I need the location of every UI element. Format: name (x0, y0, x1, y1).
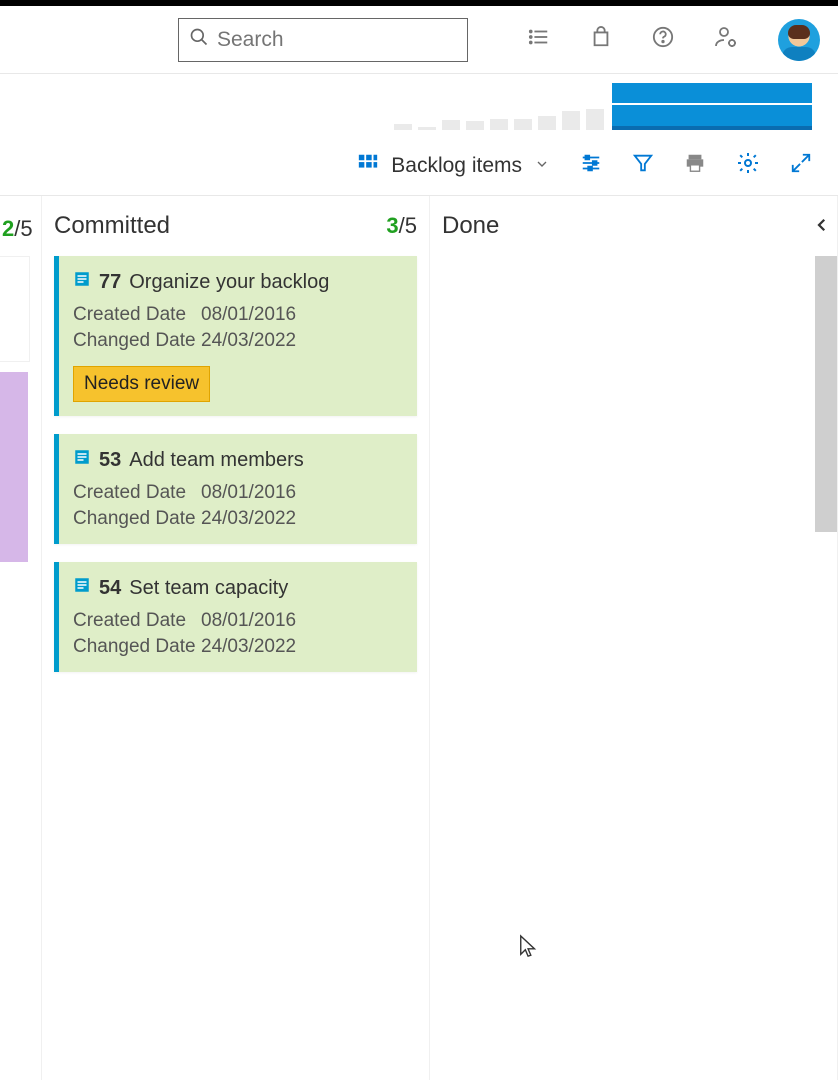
field-value: 08/01/2016 (201, 482, 296, 504)
work-item-title: Organize your backlog (129, 271, 329, 294)
field-value: 24/03/2022 (201, 330, 296, 352)
expand-icon[interactable] (790, 152, 812, 179)
gear-icon[interactable] (736, 151, 760, 180)
work-item-title: Add team members (129, 449, 304, 472)
column-header: Committed 3/5 (54, 212, 417, 240)
shopping-bag-icon[interactable] (590, 26, 612, 53)
chevron-down-icon (534, 154, 550, 178)
work-item-id: 77 (99, 271, 121, 294)
work-item-card[interactable]: 53 Add team members Created Date08/01/20… (54, 434, 417, 544)
cfd-mini-chart[interactable] (612, 82, 812, 130)
pbi-icon (73, 576, 91, 600)
header (0, 6, 838, 74)
velocity-mini-chart[interactable] (394, 82, 604, 130)
help-icon[interactable] (652, 26, 674, 53)
user-settings-icon[interactable] (714, 25, 738, 54)
search-input[interactable] (217, 28, 457, 52)
column-title: Committed (54, 212, 170, 240)
tag[interactable]: Needs review (73, 366, 210, 402)
list-icon[interactable] (528, 26, 550, 53)
prev-column-partial: 2/5 (0, 196, 42, 1080)
field-label: Created Date (73, 482, 201, 504)
column-done: Done (430, 196, 838, 1080)
column-header: Done (442, 212, 825, 240)
header-icons (528, 19, 830, 61)
pbi-icon (73, 448, 91, 472)
board-icon (357, 152, 379, 180)
work-item-id: 53 (99, 449, 121, 472)
mini-chart-row (0, 74, 838, 136)
work-item-card[interactable]: 77 Organize your backlog Created Date08/… (54, 256, 417, 416)
work-item-id: 54 (99, 577, 121, 600)
field-label: Changed Date (73, 636, 201, 658)
kanban-board: 2/5 Committed 3/5 77 Organize your backl… (0, 196, 838, 1080)
vertical-scrollbar[interactable] (815, 256, 837, 532)
work-item-title: Set team capacity (129, 577, 288, 600)
backlog-level-label: Backlog items (391, 154, 522, 178)
field-value: 24/03/2022 (201, 508, 296, 530)
mouse-cursor (518, 934, 540, 965)
field-label: Created Date (73, 304, 201, 326)
settings-sliders-icon[interactable] (580, 152, 602, 179)
search-box[interactable] (178, 18, 468, 62)
collapse-column-icon[interactable] (813, 216, 831, 239)
prev-column-wip: 2/5 (2, 216, 33, 242)
work-item-card[interactable]: 54 Set team capacity Created Date08/01/2… (54, 562, 417, 672)
column-wip: 3/5 (386, 213, 417, 239)
column-title: Done (442, 212, 499, 240)
field-value: 08/01/2016 (201, 304, 296, 326)
field-label: Changed Date (73, 330, 201, 352)
pbi-icon (73, 270, 91, 294)
search-icon (189, 27, 217, 52)
card-stub[interactable] (0, 256, 30, 362)
field-value: 24/03/2022 (201, 636, 296, 658)
field-label: Created Date (73, 610, 201, 632)
board-toolbar: Backlog items (0, 136, 838, 196)
column-committed: Committed 3/5 77 Organize your backlog C… (42, 196, 430, 1080)
field-label: Changed Date (73, 508, 201, 530)
filter-icon[interactable] (632, 152, 654, 179)
field-value: 08/01/2016 (201, 610, 296, 632)
avatar[interactable] (778, 19, 820, 61)
card-stub[interactable] (0, 372, 28, 562)
backlog-level-dropdown[interactable]: Backlog items (357, 152, 550, 180)
print-icon[interactable] (684, 152, 706, 179)
